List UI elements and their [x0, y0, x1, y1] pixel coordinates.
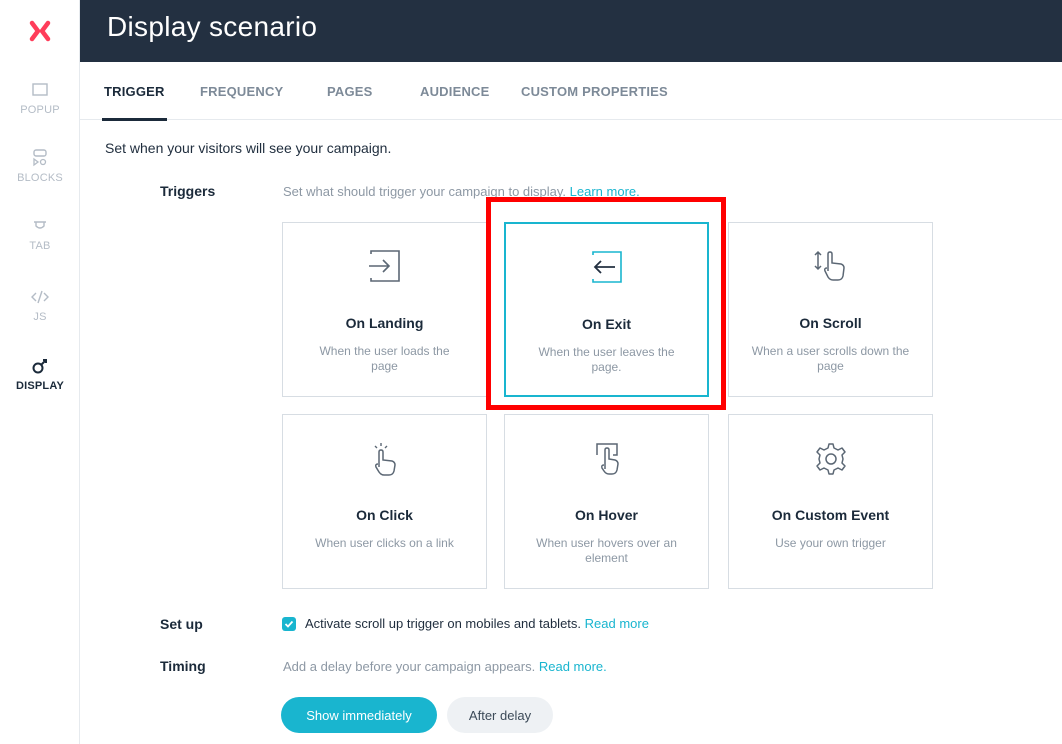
click-hand-icon: [283, 441, 486, 476]
tab-pages[interactable]: PAGES: [327, 62, 373, 120]
blocks-icon: [28, 146, 52, 170]
tab-trigger[interactable]: TRIGGER: [102, 62, 167, 121]
learn-more-link[interactable]: Learn more.: [570, 184, 640, 199]
page-header: Display scenario: [80, 0, 1062, 62]
card-title: On Hover: [574, 507, 638, 523]
sidebar-item-display[interactable]: DISPLAY: [0, 354, 80, 392]
sidebar-item-label: TAB: [29, 240, 51, 252]
trigger-card-on-exit[interactable]: On Exit When the user leaves the page.: [504, 222, 709, 397]
trigger-card-on-landing[interactable]: On Landing When the user loads the page: [282, 222, 487, 397]
triggers-label: Triggers: [160, 183, 216, 199]
sidebar-item-tab[interactable]: TAB: [0, 214, 80, 252]
card-title: On Landing: [345, 315, 424, 331]
enter-icon: [283, 249, 486, 283]
page-title: Display scenario: [107, 11, 318, 42]
intro-text: Set when your visitors will see your cam…: [105, 140, 392, 156]
trigger-card-on-hover[interactable]: On Hover When user hovers over an elemen…: [504, 414, 709, 589]
tab-custom-properties[interactable]: CUSTOM PROPERTIES: [521, 62, 668, 120]
tab-audience[interactable]: AUDIENCE: [420, 62, 490, 120]
setup-read-more-link[interactable]: Read more: [585, 616, 649, 631]
tab-icon: [28, 214, 52, 238]
scroll-up-checkbox[interactable]: [282, 617, 296, 631]
after-delay-button[interactable]: After delay: [447, 697, 553, 733]
tab-bar: TRIGGER FREQUENCY PAGES AUDIENCE CUSTOM …: [80, 62, 1062, 121]
card-title: On Scroll: [799, 315, 862, 331]
exit-icon: [506, 250, 707, 284]
timing-description-text: Add a delay before your campaign appears…: [283, 659, 536, 674]
card-description: Use your own trigger: [775, 536, 886, 550]
logo-icon: [29, 20, 51, 42]
sidebar: POPUP BLOCKS TAB JS DISPLAY: [0, 0, 80, 744]
timing-label: Timing: [160, 658, 206, 674]
card-description: When the user leaves the page.: [538, 345, 675, 374]
tab-frequency[interactable]: FREQUENCY: [200, 62, 283, 120]
sidebar-item-js[interactable]: JS: [0, 285, 80, 323]
sidebar-item-label: DISPLAY: [15, 380, 65, 392]
timing-description: Add a delay before your campaign appears…: [283, 659, 607, 674]
sidebar-item-label: JS: [33, 311, 47, 323]
sidebar-item-popup[interactable]: POPUP: [0, 78, 80, 116]
popup-icon: [28, 78, 52, 102]
card-title: On Exit: [581, 316, 631, 332]
display-icon: [28, 354, 52, 378]
triggers-description: Set what should trigger your campaign to…: [283, 184, 640, 199]
hover-icon: [505, 441, 708, 475]
card-description: When the user loads the page: [319, 344, 450, 373]
triggers-description-text: Set what should trigger your campaign to…: [283, 184, 567, 199]
setup-label: Set up: [160, 616, 203, 632]
sidebar-item-label: POPUP: [20, 104, 60, 116]
card-description: When user clicks on a link: [315, 536, 454, 550]
check-icon: [284, 620, 294, 628]
scroll-hand-icon: [729, 249, 932, 283]
trigger-card-on-scroll[interactable]: On Scroll When a user scrolls down the p…: [728, 222, 933, 397]
checkbox-label: Activate scroll up trigger on mobiles an…: [305, 616, 582, 631]
sidebar-item-blocks[interactable]: BLOCKS: [0, 146, 80, 184]
show-immediately-button[interactable]: Show immediately: [281, 697, 437, 733]
setup-text: Activate scroll up trigger on mobiles an…: [305, 616, 649, 631]
trigger-card-on-custom-event[interactable]: On Custom Event Use your own trigger: [728, 414, 933, 589]
timing-read-more-link[interactable]: Read more.: [539, 659, 607, 674]
code-icon: [28, 285, 52, 309]
logo[interactable]: [0, 0, 80, 62]
card-title: On Custom Event: [771, 507, 890, 523]
trigger-card-on-click[interactable]: On Click When user clicks on a link: [282, 414, 487, 589]
card-description: When a user scrolls down the page: [751, 344, 910, 373]
gear-icon: [729, 441, 932, 475]
card-title: On Click: [356, 507, 413, 523]
sidebar-item-label: BLOCKS: [17, 172, 63, 184]
card-description: When user hovers over an element: [536, 536, 677, 565]
